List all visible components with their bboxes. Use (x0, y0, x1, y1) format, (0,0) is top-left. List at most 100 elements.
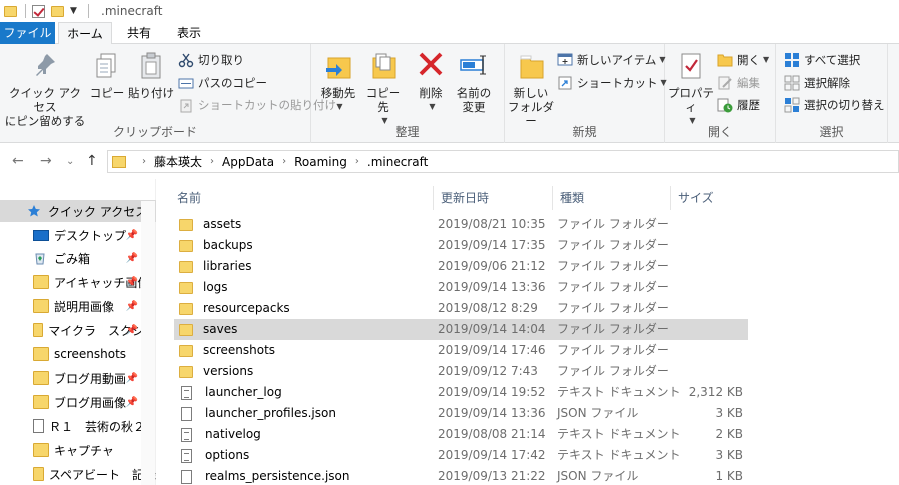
pin-icon[interactable]: 📌 (126, 397, 138, 408)
breadcrumb-appdata[interactable]: AppData (222, 155, 274, 169)
column-header-size[interactable]: サイズ (671, 186, 751, 210)
breadcrumb-roaming[interactable]: Roaming (294, 155, 347, 169)
document-icon (33, 419, 44, 433)
new-item-button[interactable]: 新しいアイテム ▼ (557, 50, 666, 70)
copy-to-button[interactable]: コピー先 ▼ (361, 50, 405, 128)
new-folder-button[interactable]: 新しい フォルダー (507, 50, 555, 128)
forward-arrow-icon[interactable]: → (40, 153, 52, 169)
nav-item-screenshots[interactable]: screenshots (0, 343, 156, 365)
pin-icon[interactable]: 📌 (126, 253, 138, 264)
table-row[interactable]: logs 2019/09/14 13:36 ファイル フォルダー (174, 277, 748, 298)
file-type: ファイル フォルダー (557, 280, 669, 294)
nav-item-r1-art[interactable]: Ｒ１ 芸術の秋２ (0, 415, 156, 437)
tab-file[interactable]: ファイル (0, 22, 55, 44)
file-type: テキスト ドキュメント (557, 385, 681, 399)
pin-icon[interactable]: 📌 (126, 230, 138, 241)
table-row[interactable]: realms_persistence.json 2019/09/13 21:22 J… (174, 466, 748, 485)
breadcrumb-chevron-icon[interactable]: › (355, 156, 359, 167)
nav-item-eyecatch[interactable]: アイキャッチ画像 📌 (0, 271, 156, 293)
cut-button[interactable]: 切り取り (178, 50, 244, 70)
move-to-button[interactable]: 移動先 ▼ (317, 50, 359, 114)
nav-item-desktop[interactable]: デスクトップ 📌 (0, 224, 156, 246)
table-row[interactable]: nativelog 2019/08/08 21:14 テキスト ドキュメント 2 KB (174, 424, 748, 445)
nav-item-spare-beat[interactable]: スペアビート 記録 (0, 463, 156, 485)
table-row[interactable]: assets 2019/08/21 10:35 ファイル フォルダー (174, 214, 748, 235)
file-type: ファイル フォルダー (557, 343, 669, 357)
select-none-button[interactable]: 選択解除 (784, 73, 850, 93)
column-header-type[interactable]: 種類 (553, 186, 671, 210)
copy-path-button[interactable]: パスのコピー (178, 73, 267, 93)
select-all-button[interactable]: すべて選択 (784, 50, 860, 70)
pin-quick-access-button[interactable]: クイック アクセス にピン留めする (4, 50, 86, 128)
column-header-date[interactable]: 更新日時 (434, 186, 553, 210)
nav-item-capture[interactable]: キャプチャ (0, 439, 156, 461)
folder-icon (33, 443, 49, 457)
address-bar[interactable]: › 藤本瑛太 › AppData › Roaming › .minecraft (107, 150, 899, 173)
chevron-down-icon[interactable]: ▼ (70, 6, 78, 16)
tab-home[interactable]: ホーム (58, 22, 112, 45)
table-row[interactable]: launcher_profiles.json 2019/09/14 13:36 JS… (174, 403, 748, 424)
nav-item-label: ごみ箱 (54, 251, 91, 266)
column-header-name[interactable]: 名前 (170, 186, 434, 210)
file-name-cell: assets (179, 214, 241, 235)
file-type: ファイル フォルダー (557, 322, 669, 336)
tab-share[interactable]: 共有 (116, 22, 162, 44)
file-list: 名前 更新日時 種類 サイズ assets 2019/08/21 10:35 ファイ… (156, 179, 899, 485)
back-arrow-icon[interactable]: ← (12, 153, 24, 169)
new-folder-quick-icon[interactable] (51, 5, 64, 17)
invert-selection-button[interactable]: 選択の切り替え (784, 95, 885, 115)
pin-icon[interactable]: 📌 (126, 373, 138, 384)
table-row[interactable]: saves 2019/09/14 14:04 ファイル フォルダー (174, 319, 748, 340)
file-name: libraries (203, 259, 252, 273)
open-folder-icon (717, 52, 733, 68)
file-name: assets (203, 217, 242, 231)
nav-item-label: マイクラ スクショ (48, 323, 156, 338)
select-group: すべて選択 選択解除 選択の切り替え 選択 (776, 44, 888, 143)
properties-button[interactable]: プロパティ ▼ (667, 50, 715, 128)
nav-item-recycle-bin[interactable]: ごみ箱 📌 (0, 247, 156, 269)
file-size: 3 KB (715, 448, 743, 462)
breadcrumb-user[interactable]: 藤本瑛太 (154, 153, 202, 170)
nav-item-quick-access[interactable]: クイック アクセス (0, 200, 156, 222)
table-row[interactable]: versions 2019/09/12 7:43 ファイル フォルダー (174, 361, 748, 382)
breadcrumb-chevron-icon[interactable]: › (282, 156, 286, 167)
copy-path-label: パスのコピー (198, 76, 267, 90)
pin-icon[interactable]: 📌 (126, 325, 138, 336)
nav-scrollbar[interactable] (141, 201, 155, 485)
breadcrumb-chevron-icon[interactable]: › (142, 156, 146, 167)
folder-icon (33, 347, 49, 361)
file-type: ファイル フォルダー (557, 259, 669, 273)
copy-button[interactable]: コピー (88, 50, 126, 100)
table-row[interactable]: launcher_log 2019/09/14 19:52 テキスト ドキュメント 2… (174, 382, 748, 403)
pin-icon[interactable]: 📌 (126, 277, 138, 288)
file-size (664, 256, 743, 277)
breadcrumb-chevron-icon[interactable]: › (210, 156, 214, 167)
table-row[interactable]: screenshots 2019/09/14 17:46 ファイル フォルダー (174, 340, 748, 361)
breadcrumb-minecraft[interactable]: .minecraft (367, 155, 428, 169)
pin-icon[interactable]: 📌 (126, 301, 138, 312)
nav-item-explanation-images[interactable]: 説明用画像 📌 (0, 295, 156, 317)
paste-button[interactable]: 貼り付け (128, 50, 174, 100)
tab-view[interactable]: 表示 (166, 22, 212, 44)
nav-item-blog-images[interactable]: ブログ用画像 📌 (0, 391, 156, 413)
rename-label-2: 変更 (462, 100, 486, 114)
rename-button[interactable]: 名前の 変更 (451, 50, 497, 114)
text-document-icon (181, 448, 192, 463)
delete-button[interactable]: 削除 ▼ (413, 50, 449, 114)
invert-selection-label: 選択の切り替え (804, 98, 885, 112)
table-row[interactable]: backups 2019/09/14 17:35 ファイル フォルダー (174, 235, 748, 256)
edit-button[interactable]: 編集 (717, 73, 760, 93)
file-type: ファイル フォルダー (557, 364, 669, 378)
nav-item-minecraft-screenshots[interactable]: マイクラ スクショ 📌 (0, 319, 156, 341)
table-row[interactable]: options 2019/09/14 17:42 テキスト ドキュメント 3 KB (174, 445, 748, 466)
properties-check-icon[interactable] (32, 4, 45, 18)
open-button[interactable]: 開く ▼ (717, 50, 769, 70)
up-arrow-icon[interactable]: ↑ (86, 153, 98, 169)
table-row[interactable]: libraries 2019/09/06 21:12 ファイル フォルダー (174, 256, 748, 277)
shortcut-button[interactable]: ショートカット ▼ (557, 73, 667, 93)
recent-locations-chevron-icon[interactable]: ⌄ (66, 156, 74, 167)
properties-icon (675, 50, 707, 82)
history-button[interactable]: 履歴 (717, 95, 760, 115)
table-row[interactable]: resourcepacks 2019/08/12 8:29 ファイル フォルダー (174, 298, 748, 319)
nav-item-blog-videos[interactable]: ブログ用動画 📌 (0, 367, 156, 389)
